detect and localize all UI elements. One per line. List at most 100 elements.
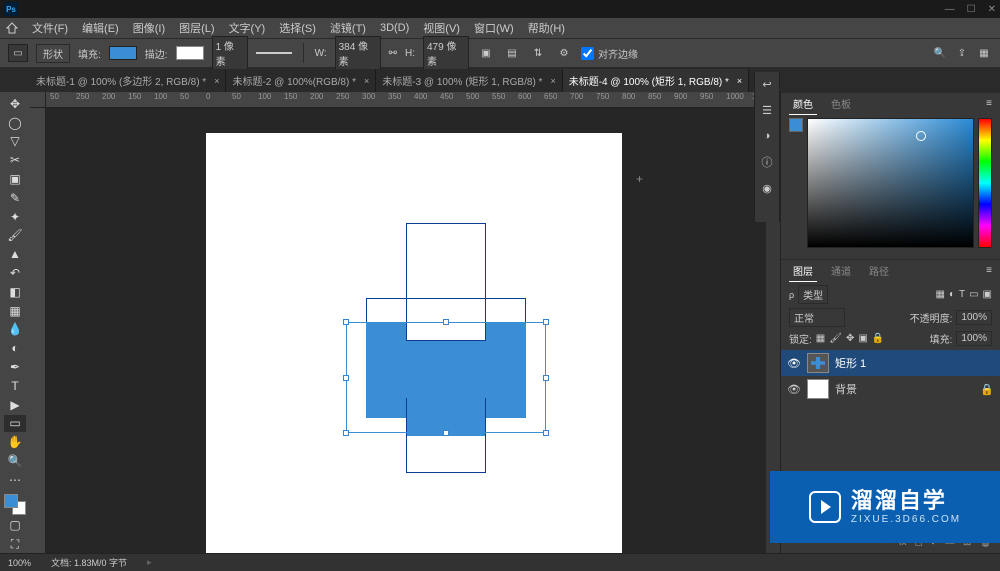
- opacity-field[interactable]: 100%: [956, 310, 992, 325]
- path-arrange-dropdown[interactable]: ⇅: [529, 44, 547, 62]
- filter-smart-icon[interactable]: ▣: [983, 289, 992, 300]
- hand-tool[interactable]: ✋: [4, 433, 26, 451]
- crop-tool[interactable]: ✂: [4, 151, 26, 169]
- layer-item[interactable]: 👁 背景 🔒: [781, 376, 1000, 402]
- share-icon[interactable]: ⇪: [954, 45, 970, 61]
- transform-box[interactable]: [346, 322, 546, 433]
- stroke-swatch[interactable]: [176, 46, 204, 60]
- panel-menu-icon[interactable]: ≡: [986, 265, 992, 276]
- menu-view[interactable]: 视图(V): [417, 18, 466, 38]
- layer-name[interactable]: 背景: [835, 381, 857, 397]
- transform-handle[interactable]: [543, 430, 549, 436]
- blur-tool[interactable]: 💧: [4, 321, 26, 339]
- document-tab[interactable]: 未标题-4 @ 100% (矩形 1, RGB/8) *×: [563, 69, 749, 92]
- home-icon[interactable]: [4, 20, 20, 36]
- gradient-tool[interactable]: ▦: [4, 302, 26, 320]
- path-selection-tool[interactable]: ▶: [4, 396, 26, 414]
- close-icon[interactable]: ×: [214, 76, 219, 86]
- menu-edit[interactable]: 编辑(E): [76, 18, 125, 38]
- minimize-button[interactable]: —: [945, 4, 955, 15]
- properties-panel-icon[interactable]: ☰: [759, 102, 775, 118]
- dodge-tool[interactable]: ◐: [4, 339, 26, 357]
- path-combine-dropdown[interactable]: ▣: [477, 44, 495, 62]
- clone-stamp-tool[interactable]: ▲: [4, 245, 26, 263]
- layer-thumbnail[interactable]: [807, 379, 829, 399]
- stroke-width-field[interactable]: 1 像素: [212, 36, 248, 70]
- stroke-style-dropdown[interactable]: [256, 52, 292, 54]
- type-tool[interactable]: T: [4, 377, 26, 395]
- close-icon[interactable]: ×: [364, 76, 369, 86]
- color-cursor[interactable]: [916, 131, 926, 141]
- lock-artboard-icon[interactable]: ▣: [858, 333, 867, 344]
- visibility-toggle-icon[interactable]: 👁: [787, 383, 801, 396]
- menu-window[interactable]: 窗口(W): [468, 18, 520, 38]
- transform-handle[interactable]: [343, 375, 349, 381]
- layer-filter-dropdown[interactable]: 类型: [798, 285, 828, 304]
- info-panel-icon[interactable]: ⓘ: [759, 154, 775, 170]
- move-tool[interactable]: ✥: [4, 95, 26, 113]
- history-brush-tool[interactable]: ↶: [4, 264, 26, 282]
- layer-name[interactable]: 矩形 1: [835, 355, 866, 371]
- gear-icon[interactable]: ⚙: [555, 44, 573, 62]
- rectangle-tool[interactable]: ▭: [4, 415, 26, 433]
- maximize-button[interactable]: ☐: [967, 4, 976, 15]
- lock-position-icon[interactable]: ✥: [846, 333, 854, 344]
- transform-handle[interactable]: [443, 319, 449, 325]
- quickmask-toggle[interactable]: ▢: [4, 516, 26, 534]
- close-icon[interactable]: ×: [737, 76, 742, 86]
- menu-help[interactable]: 帮助(H): [522, 18, 571, 38]
- tool-preset[interactable]: ▭: [8, 44, 28, 62]
- pen-tool[interactable]: ✒: [4, 358, 26, 376]
- document-tab[interactable]: 未标题-3 @ 100% (矩形 1, RGB/8) *×: [376, 69, 562, 92]
- adjustments-panel-icon[interactable]: ◑: [759, 128, 775, 144]
- transform-handle[interactable]: [543, 319, 549, 325]
- close-button[interactable]: ✕: [988, 4, 996, 15]
- swatches-tab[interactable]: 色板: [827, 93, 855, 114]
- eyedropper-tool[interactable]: ✎: [4, 189, 26, 207]
- color-field[interactable]: [807, 118, 974, 248]
- filter-pixel-icon[interactable]: ▦: [935, 289, 944, 300]
- menu-3d[interactable]: 3D(D): [374, 20, 415, 36]
- width-field[interactable]: 384 像素: [335, 36, 381, 70]
- brush-tool[interactable]: 🖌: [4, 227, 26, 245]
- ruler-vertical[interactable]: [30, 108, 46, 553]
- eraser-tool[interactable]: ◧: [4, 283, 26, 301]
- lock-transparent-icon[interactable]: ▦: [816, 333, 825, 344]
- filter-adjustment-icon[interactable]: ◐: [949, 289, 955, 300]
- document-tab[interactable]: 未标题-1 @ 100% (多边形 2, RGB/8) *×: [30, 69, 226, 92]
- transform-handle[interactable]: [443, 430, 449, 436]
- close-icon[interactable]: ×: [550, 76, 555, 86]
- lasso-tool[interactable]: ◯: [4, 114, 26, 132]
- foreground-swatch[interactable]: [4, 494, 18, 508]
- document-tab[interactable]: 未标题-2 @ 100%(RGB/8) *×: [226, 69, 376, 92]
- ruler-horizontal[interactable]: 50 250 200 150 100 50 0 50 100 150 200 2…: [46, 92, 780, 108]
- menu-file[interactable]: 文件(F): [26, 18, 74, 38]
- visibility-toggle-icon[interactable]: 👁: [787, 357, 801, 370]
- color-tab[interactable]: 颜色: [789, 93, 817, 115]
- layers-tab[interactable]: 图层: [789, 260, 817, 282]
- artboard[interactable]: [206, 133, 622, 553]
- filter-shape-icon[interactable]: ▭: [969, 289, 978, 300]
- workspace-icon[interactable]: ▦: [976, 45, 992, 61]
- menu-image[interactable]: 图像(I): [127, 18, 171, 38]
- shape-mode-dropdown[interactable]: 形状: [36, 44, 70, 63]
- hue-slider[interactable]: [978, 118, 992, 248]
- menu-type[interactable]: 文字(Y): [223, 18, 272, 38]
- lock-pixels-icon[interactable]: 🖌: [829, 333, 842, 344]
- fill-swatch[interactable]: [109, 46, 137, 60]
- fill-opacity-field[interactable]: 100%: [956, 331, 992, 346]
- edit-toolbar-button[interactable]: ⋯: [4, 471, 26, 489]
- screenmode-toggle[interactable]: ⛶: [4, 535, 26, 553]
- paths-tab[interactable]: 路径: [865, 260, 893, 281]
- canvas-area[interactable]: 50 250 200 150 100 50 0 50 100 150 200 2…: [30, 92, 780, 553]
- transform-handle[interactable]: [343, 430, 349, 436]
- polygon-lasso-tool[interactable]: ▽: [4, 133, 26, 151]
- align-edges-checkbox[interactable]: 对齐边缘: [581, 46, 638, 61]
- path-align-dropdown[interactable]: ▤: [503, 44, 521, 62]
- menu-layer[interactable]: 图层(L): [173, 18, 220, 38]
- channels-tab[interactable]: 通道: [827, 260, 855, 281]
- layer-item[interactable]: 👁 矩形 1: [781, 350, 1000, 376]
- panel-menu-icon[interactable]: ≡: [986, 98, 992, 109]
- link-wh-icon[interactable]: ⚯: [389, 48, 397, 59]
- frame-tool[interactable]: ▣: [4, 170, 26, 188]
